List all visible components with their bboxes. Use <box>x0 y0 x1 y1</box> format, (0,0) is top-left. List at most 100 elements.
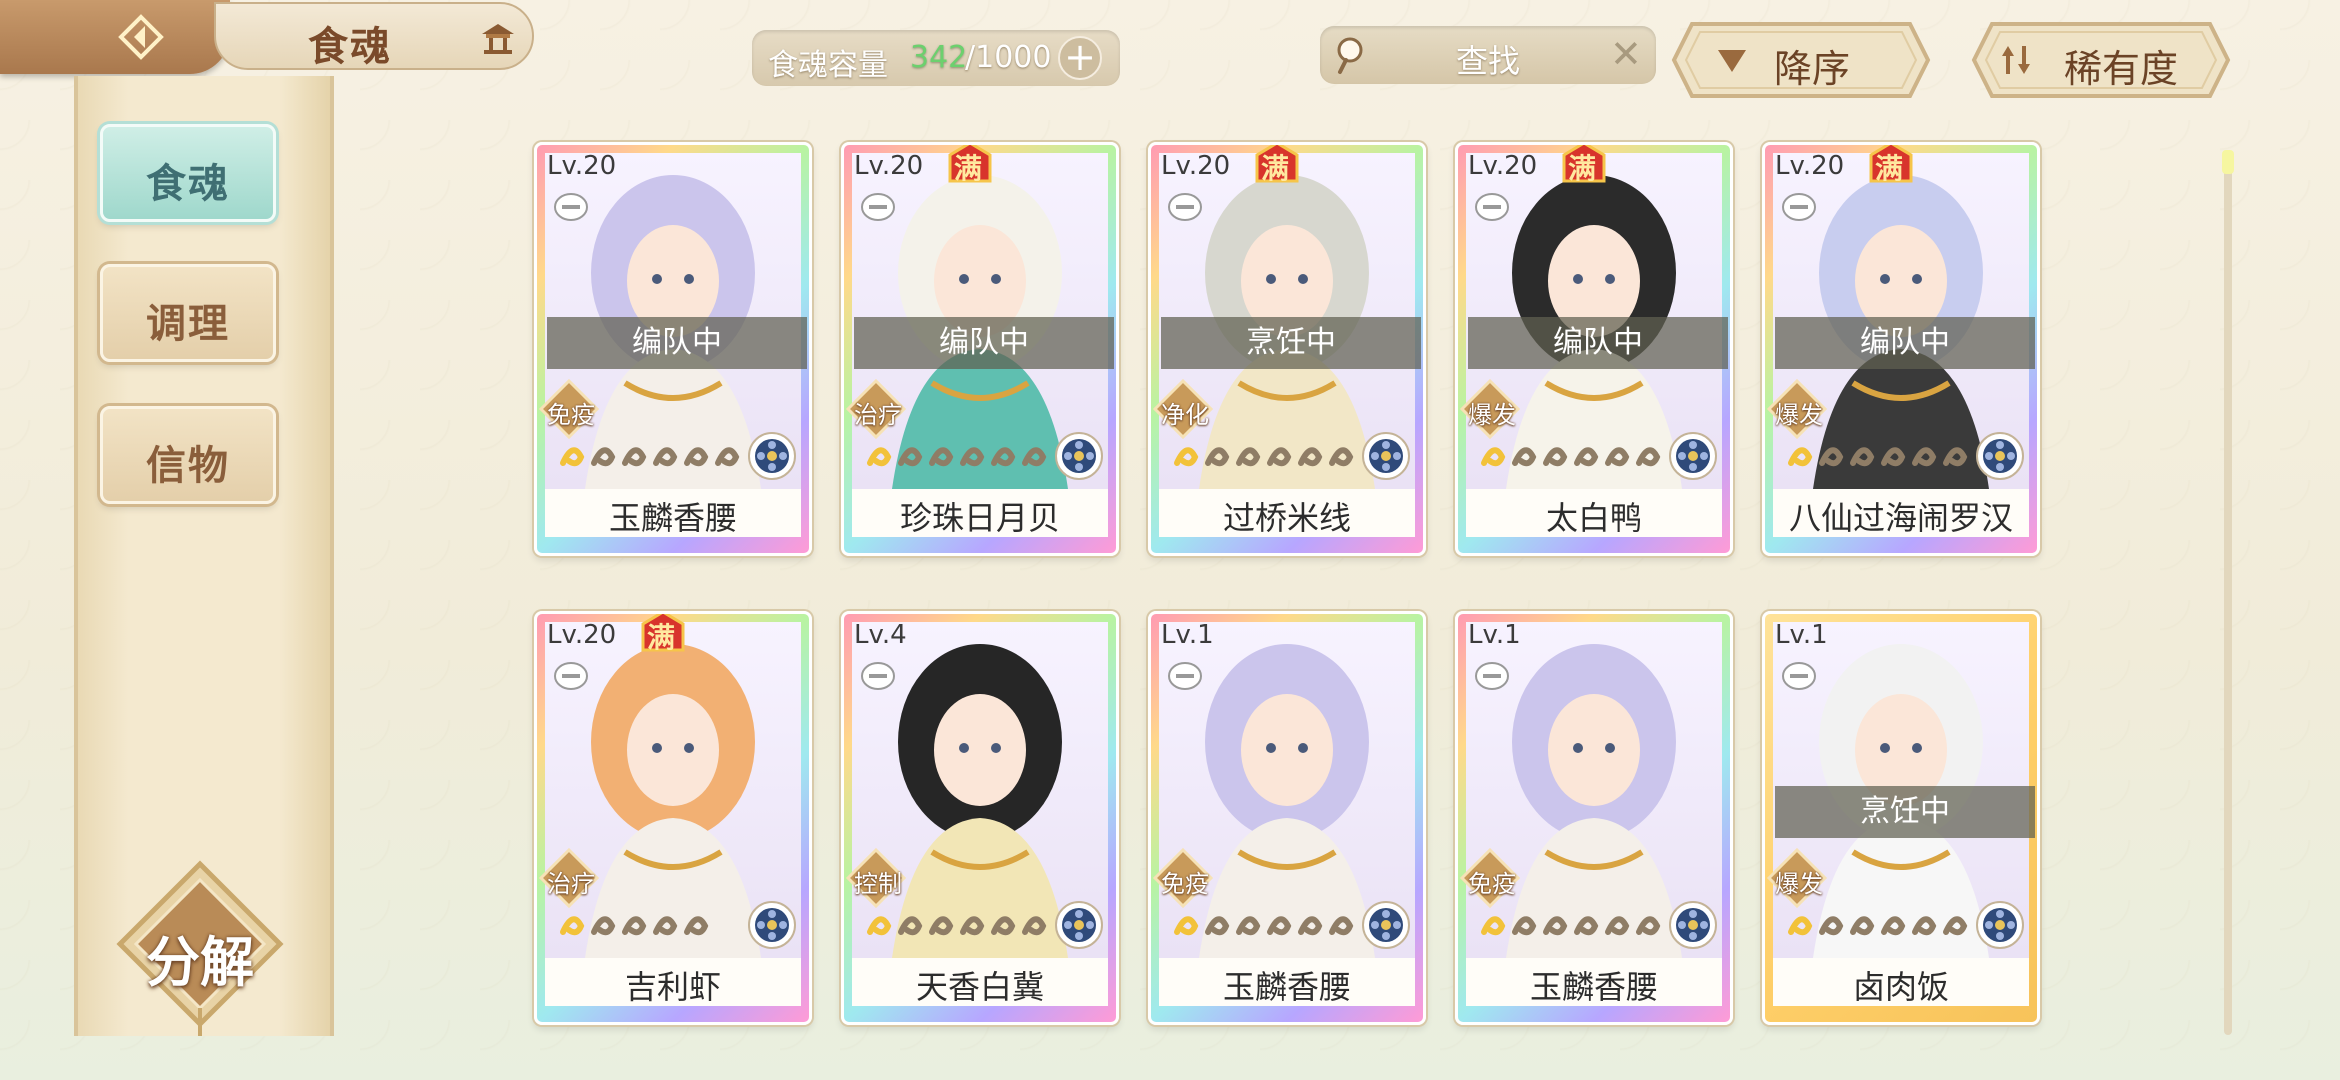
lock-toggle-icon[interactable] <box>1474 660 1510 692</box>
element-flower-icon <box>1976 901 2024 949</box>
lock-toggle-icon[interactable] <box>1167 191 1203 223</box>
search-icon <box>1337 37 1363 74</box>
element-flower-icon <box>1055 901 1103 949</box>
lock-toggle-icon[interactable] <box>1474 191 1510 223</box>
capacity-max: /1000 <box>965 40 1052 75</box>
level-label: Lv.1 <box>1161 620 1214 650</box>
sidebar-item-food-souls[interactable]: 食魂 <box>100 124 276 222</box>
element-flower-icon <box>1669 901 1717 949</box>
element-flower-icon <box>1669 432 1717 480</box>
rarity-filter-button[interactable]: 稀有度 <box>1970 20 2232 100</box>
level-label: Lv.20 <box>1161 151 1231 181</box>
level-label: Lv.20 <box>854 151 924 181</box>
status-label: 编队中 <box>632 325 722 360</box>
character-name: 玉麟香腰 <box>1222 968 1351 1006</box>
level-label: Lv.20 <box>547 620 617 650</box>
level-label: Lv.4 <box>854 620 907 650</box>
lock-toggle-icon[interactable] <box>1781 660 1817 692</box>
food-soul-card[interactable]: Lv.20 满 编队中 爆发 八仙过海闹罗汉 <box>1762 142 2040 556</box>
star-rating <box>867 916 1047 936</box>
lock-toggle-icon[interactable] <box>1167 660 1203 692</box>
header: 食魂 <box>0 0 540 74</box>
lock-toggle-icon[interactable] <box>1781 191 1817 223</box>
element-flower-icon <box>1362 432 1410 480</box>
food-soul-card[interactable]: Lv.1 免疫 玉麟香腰 <box>1148 611 1426 1025</box>
lock-toggle-icon[interactable] <box>553 660 589 692</box>
star-rating <box>1788 447 1968 467</box>
status-label: 编队中 <box>1860 325 1950 360</box>
sidebar-item-label: 食魂 <box>146 161 230 207</box>
lock-toggle-icon[interactable] <box>860 191 896 223</box>
food-soul-card[interactable]: Lv.1 免疫 玉麟香腰 <box>1455 611 1733 1025</box>
name-plate: 珍珠日月贝 <box>852 489 1108 537</box>
lock-toggle-icon[interactable] <box>860 660 896 692</box>
page-title: 食魂 <box>308 24 392 70</box>
search-input[interactable]: 查找 ✕ <box>1320 26 1656 84</box>
character-name: 天香白冀 <box>915 968 1044 1006</box>
role-label: 治疗 <box>547 870 595 898</box>
status-banner: 编队中 <box>1468 317 1728 369</box>
decompose-button[interactable]: 分解 <box>110 858 290 1038</box>
title-plate: 食魂 <box>214 2 534 70</box>
sort-button[interactable]: 降序 <box>1670 20 1932 100</box>
food-soul-card[interactable]: Lv.20 满 治疗 吉利虾 <box>534 611 812 1025</box>
name-plate: 天香白冀 <box>852 958 1108 1006</box>
food-soul-card[interactable]: Lv.20 满 编队中 爆发 太白鸭 <box>1455 142 1733 556</box>
element-flower-icon <box>1362 901 1410 949</box>
character-name: 过桥米线 <box>1222 499 1351 537</box>
back-button[interactable] <box>0 0 230 74</box>
star-rating <box>1481 447 1661 467</box>
food-soul-card[interactable]: Lv.20 满 编队中 治疗 珍珠日月贝 <box>841 142 1119 556</box>
role-label: 免疫 <box>1468 870 1516 898</box>
food-soul-card[interactable]: Lv.4 控制 天香白冀 <box>841 611 1119 1025</box>
food-soul-card[interactable]: Lv.1 烹饪中 爆发 卤肉饭 <box>1762 611 2040 1025</box>
lock-toggle-icon[interactable] <box>553 191 589 223</box>
name-plate: 玉麟香腰 <box>1159 958 1415 1006</box>
scrollbar-thumb[interactable] <box>2222 150 2234 174</box>
star-rating <box>560 916 709 936</box>
character-name: 太白鸭 <box>1545 499 1642 537</box>
name-plate: 玉麟香腰 <box>545 489 801 537</box>
role-label: 爆发 <box>1775 401 1823 429</box>
capacity-label: 食魂容量 <box>768 48 888 83</box>
name-plate: 卤肉饭 <box>1773 958 2029 1006</box>
max-badge-label: 满 <box>647 621 676 654</box>
capacity-current: 342 <box>910 40 968 75</box>
name-plate: 玉麟香腰 <box>1466 958 1722 1006</box>
max-badge-label: 满 <box>954 152 983 185</box>
status-label: 编队中 <box>1553 325 1643 360</box>
element-flower-icon <box>748 901 796 949</box>
sort-label: 降序 <box>1774 47 1851 91</box>
add-capacity-button[interactable]: + <box>1058 36 1102 80</box>
character-name: 八仙过海闹罗汉 <box>1788 499 2013 537</box>
descending-icon <box>1718 50 1746 72</box>
character-name: 吉利虾 <box>624 968 721 1006</box>
food-soul-card[interactable]: Lv.20 编队中 免疫 玉麟香腰 <box>534 142 812 556</box>
rarity-label: 稀有度 <box>2064 47 2179 91</box>
scrollbar-track[interactable] <box>2224 150 2232 1035</box>
search-placeholder: 查找 <box>1456 42 1521 80</box>
level-label: Lv.20 <box>1775 151 1845 181</box>
sidebar-item-label: 信物 <box>146 443 230 489</box>
food-soul-card[interactable]: Lv.20 满 烹饪中 净化 过桥米线 <box>1148 142 1426 556</box>
max-badge-label: 满 <box>1568 152 1597 185</box>
max-badge-label: 满 <box>1875 152 1904 185</box>
role-label: 控制 <box>854 870 902 898</box>
character-name: 卤肉饭 <box>1852 968 1949 1006</box>
status-label: 烹饪中 <box>1246 325 1336 360</box>
status-label: 编队中 <box>939 325 1029 360</box>
element-flower-icon <box>748 432 796 480</box>
back-arrow-icon <box>118 14 164 60</box>
level-label: Lv.1 <box>1468 620 1521 650</box>
clear-icon[interactable]: ✕ <box>1610 32 1642 76</box>
capacity-panel: 食魂容量 342 /1000 + <box>752 30 1120 86</box>
pavilion-icon[interactable] <box>478 18 518 58</box>
character-name: 玉麟香腰 <box>1529 968 1658 1006</box>
sidebar-item-cultivate[interactable]: 调理 <box>100 264 276 362</box>
status-banner: 编队中 <box>1775 317 2035 369</box>
name-plate: 吉利虾 <box>545 958 801 1006</box>
sidebar-item-label: 调理 <box>146 301 230 347</box>
sidebar-item-tokens[interactable]: 信物 <box>100 406 276 504</box>
name-plate: 太白鸭 <box>1466 489 1722 537</box>
role-label: 治疗 <box>854 401 902 429</box>
